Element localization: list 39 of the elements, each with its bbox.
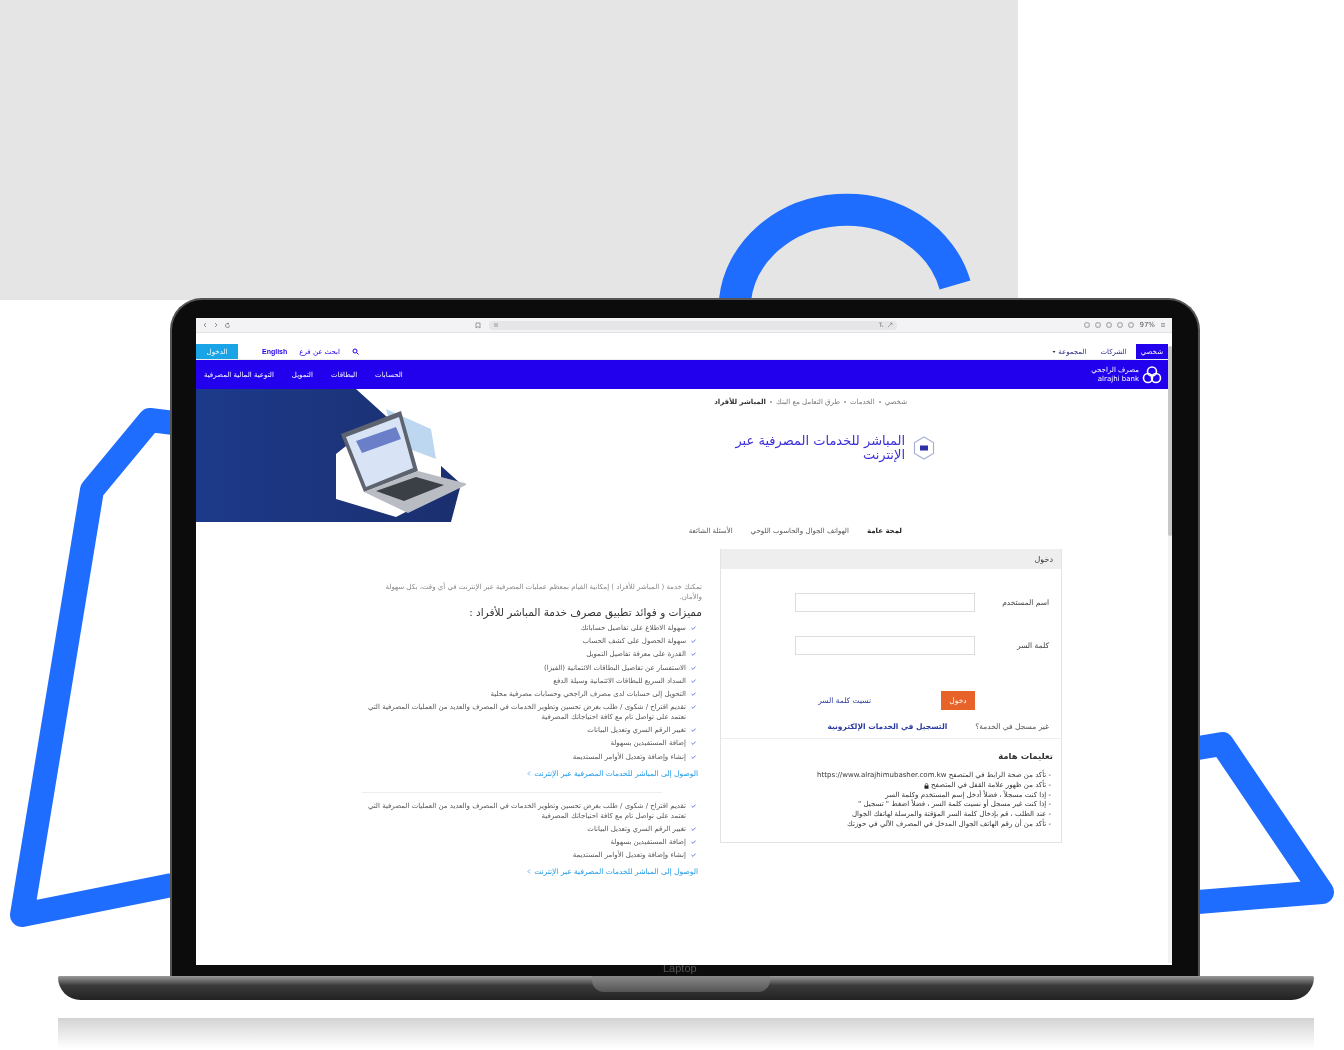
address-field[interactable] (489, 320, 897, 330)
check-icon (691, 678, 696, 683)
lock-icon (924, 782, 930, 789)
check-icon (691, 705, 696, 710)
check-icon (691, 803, 696, 808)
translate-icon[interactable] (878, 322, 884, 328)
page-title: المباشر للخدمات المصرفية عبر الإنترنت (734, 434, 905, 462)
card-title: دخول (1034, 554, 1053, 564)
reload-icon[interactable] (224, 321, 231, 329)
check-icon (691, 626, 696, 631)
device-label: Laptop (663, 962, 697, 974)
search-icon[interactable] (351, 348, 359, 355)
check-icon (691, 665, 696, 670)
menu-icon[interactable] (1160, 322, 1166, 328)
back-icon[interactable] (202, 322, 208, 328)
site-settings-icon[interactable] (493, 322, 499, 328)
share-icon[interactable] (887, 322, 893, 328)
check-icon (691, 652, 696, 657)
logo-icon (1142, 364, 1162, 385)
username-field[interactable] (795, 593, 975, 612)
features-heading: مميزات و فوائد تطبيق مصرف خدمة المباشر للأفراد : (468, 605, 702, 619)
scrollbar[interactable] (1168, 346, 1172, 963)
check-icon (691, 728, 696, 733)
check-icon (691, 827, 696, 831)
check-icon (691, 754, 696, 759)
instructions-title: تعليمات هامة (997, 751, 1053, 761)
forward-icon[interactable] (213, 322, 219, 328)
hexagon-icon (913, 435, 935, 460)
check-icon (691, 639, 696, 644)
bookmark-icon[interactable] (475, 321, 481, 329)
chevron-icon (527, 770, 532, 776)
check-icon (691, 840, 696, 845)
caret-icon (1052, 349, 1057, 354)
check-icon (691, 741, 696, 746)
password-field[interactable] (795, 636, 975, 655)
scroll-thumb[interactable] (1168, 346, 1172, 536)
check-icon (691, 691, 696, 696)
chevron-icon (527, 869, 532, 875)
check-icon (691, 853, 696, 858)
